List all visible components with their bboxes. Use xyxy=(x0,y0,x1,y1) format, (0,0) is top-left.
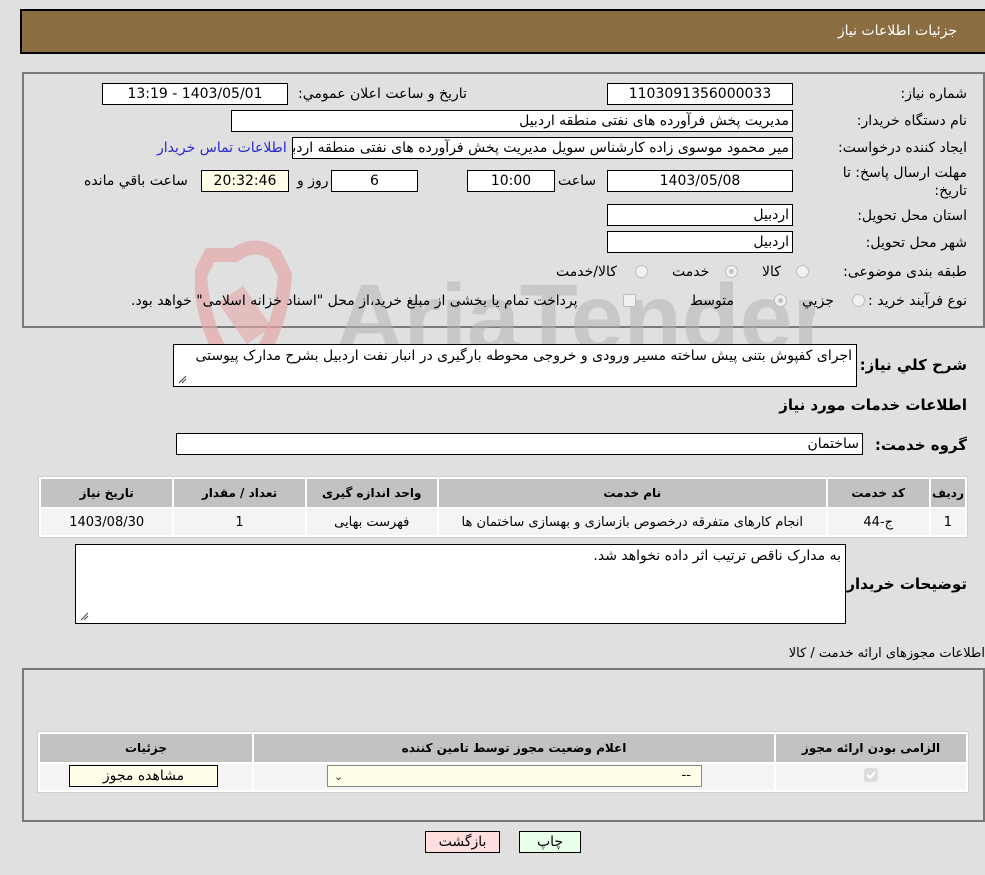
col-quantity: تعداد / مقدار xyxy=(174,479,305,507)
treasury-note: پرداخت تمام یا بخشی از مبلغ خرید،از محل … xyxy=(131,293,578,309)
cell-service-code: ج-44 xyxy=(827,509,929,535)
checkmark-icon xyxy=(866,771,876,780)
category-radio-service[interactable] xyxy=(725,265,738,278)
license-status-value: -- xyxy=(681,768,691,783)
col-license-status: اعلام وضعیت مجوز توسط تامین کننده xyxy=(254,734,774,762)
category-radio-goods[interactable] xyxy=(796,265,809,278)
col-license-required: الزامی بودن ارائه مجوز xyxy=(776,734,966,762)
cell-row-number: 1 xyxy=(930,509,965,535)
col-unit: واحد اندازه گیری xyxy=(306,479,437,507)
category-radio-goods-service[interactable] xyxy=(635,265,648,278)
creator-field: میر محمود موسوی زاده کارشناس سویل مدیریت… xyxy=(292,137,793,159)
process-radio-medium[interactable] xyxy=(774,294,787,307)
category-option-goods: کالا xyxy=(762,264,781,280)
resize-handle-icon[interactable] xyxy=(177,374,187,384)
announce-datetime-field: 1403/05/01 - 13:19 xyxy=(102,83,288,105)
treasury-checkbox[interactable] xyxy=(623,294,636,307)
cell-unit: فهرست بهایی xyxy=(306,509,437,535)
table-row: 1 ج-44 انجام کارهای متفرقه درخصوص بازساز… xyxy=(41,509,965,535)
province-label: استان محل تحویل: xyxy=(857,208,967,224)
view-license-button[interactable]: مشاهده مجوز xyxy=(69,765,218,787)
col-row-number: ردیف xyxy=(930,479,965,507)
category-option-goods-service: کالا/خدمت xyxy=(556,264,617,280)
print-button[interactable]: چاپ xyxy=(519,831,581,853)
licenses-table-header: الزامی بودن ارائه مجوز اعلام وضعیت مجوز … xyxy=(40,734,966,762)
chevron-down-icon: ⌄ xyxy=(334,770,344,783)
required-checkbox xyxy=(864,768,878,782)
category-option-service: خدمت xyxy=(672,264,710,280)
services-table-header: ردیف کد خدمت نام خدمت واحد اندازه گیری ت… xyxy=(41,479,965,507)
resize-handle-icon[interactable] xyxy=(79,611,89,621)
license-status-select[interactable]: ⌄ -- xyxy=(327,765,702,787)
buyer-notes-textarea[interactable]: به مدارک ناقص ترتیب اثر داده نخواهد شد. xyxy=(75,544,846,624)
back-button[interactable]: بازگشت xyxy=(425,831,500,853)
services-table: ردیف کد خدمت نام خدمت واحد اندازه گیری ت… xyxy=(38,476,968,538)
service-group-label: گروه خدمت: xyxy=(874,436,967,454)
description-label: شرح کلي نياز: xyxy=(859,356,967,374)
process-option-minor: جزیي xyxy=(802,293,834,309)
announce-datetime-label: تاریخ و ساعت اعلان عمومي: xyxy=(298,86,467,102)
cell-license-required xyxy=(776,764,966,790)
process-label: نوع فرآیند خرید : xyxy=(868,293,967,309)
days-remaining-field: 6 xyxy=(331,170,418,192)
buyer-notes-text: به مدارک ناقص ترتیب اثر داده نخواهد شد. xyxy=(593,548,841,564)
cell-quantity: 1 xyxy=(174,509,305,535)
deadline-label: مهلت ارسال پاسخ: تا تاریخ: xyxy=(842,165,967,199)
need-number-label: شماره نیاز: xyxy=(900,86,968,102)
buyer-org-field: مدیریت پخش فرآورده های نفتی منطقه اردبیل xyxy=(231,110,793,132)
licenses-section-title: اطلاعات مجوزهای ارائه خدمت / کالا xyxy=(788,646,985,661)
buyer-notes-label: توضیحات خریدار: xyxy=(840,575,967,593)
creator-label: ایجاد کننده درخواست: xyxy=(838,140,967,156)
city-label: شهر محل تحویل: xyxy=(865,235,967,251)
process-option-medium: متوسط xyxy=(690,293,734,309)
days-label: روز و xyxy=(297,173,329,189)
city-field: اردبیل xyxy=(607,231,793,253)
page-title: جزئیات اطلاعات نیاز xyxy=(837,23,957,39)
buyer-contact-link[interactable]: اطلاعات تماس خریدار xyxy=(157,140,287,156)
services-section-title: اطلاعات خدمات مورد نیاز xyxy=(779,396,967,414)
col-service-name: نام خدمت xyxy=(438,479,826,507)
col-need-date: تاریخ نیاز xyxy=(41,479,173,507)
time-remaining-label: ساعت باقي مانده xyxy=(84,173,188,189)
col-license-details: جزئیات xyxy=(40,734,252,762)
deadline-time-label: ساعت xyxy=(558,173,597,189)
deadline-date-field: 1403/05/08 xyxy=(607,170,793,192)
cell-need-date: 1403/08/30 xyxy=(41,509,173,535)
page-header: جزئیات اطلاعات نیاز xyxy=(20,9,985,54)
buyer-org-label: نام دستگاه خریدار: xyxy=(856,113,967,129)
service-group-field: ساختمان xyxy=(176,433,863,455)
province-field: اردبیل xyxy=(607,204,793,226)
process-radio-minor[interactable] xyxy=(852,294,865,307)
need-number-field: 1103091356000033 xyxy=(607,83,793,105)
description-textarea[interactable]: اجرای کفپوش بتنی پیش ساخته مسیر ورودی و … xyxy=(173,344,857,387)
cell-service-name: انجام کارهای متفرقه درخصوص بازسازی و بهس… xyxy=(438,509,826,535)
deadline-time-field: 10:00 xyxy=(467,170,555,192)
time-remaining-field: 20:32:46 xyxy=(201,170,289,192)
category-label: طبقه بندی موضوعی: xyxy=(843,264,967,280)
description-text: اجرای کفپوش بتنی پیش ساخته مسیر ورودی و … xyxy=(195,348,853,364)
col-service-code: کد خدمت xyxy=(827,479,929,507)
